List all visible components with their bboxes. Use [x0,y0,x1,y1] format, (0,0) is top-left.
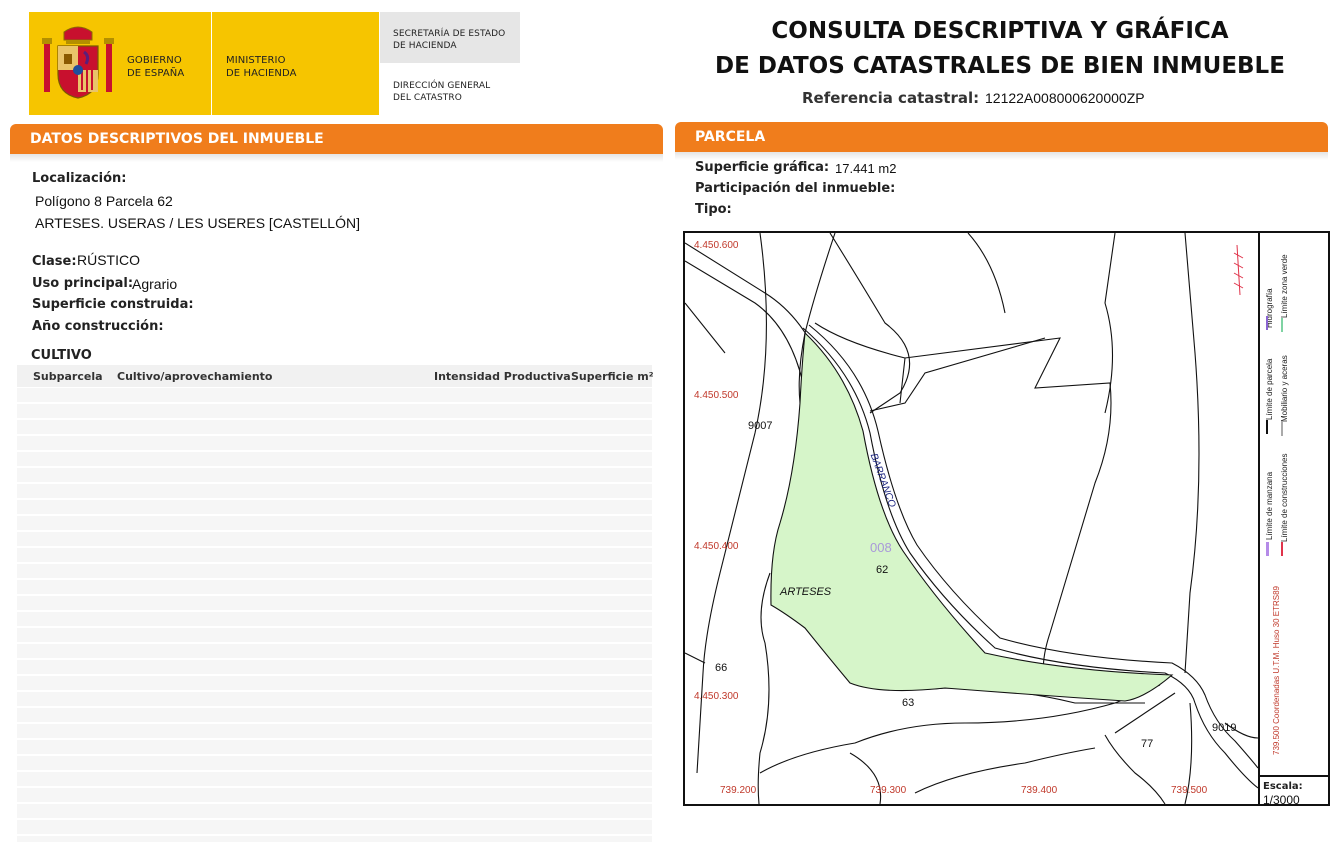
legend-manzana-swatch [1266,542,1269,556]
direccion-general-label: DIRECCIÓN GENERAL DEL CATASTRO [393,81,491,103]
x-coord-label: 739.400 [1021,785,1058,796]
localizacion-line2: ARTESES. USERAS / LES USERES [CASTELLÓN] [35,215,360,231]
escala-label: Escala: [1263,781,1303,792]
x-coord-label: 739.300 [870,785,907,796]
y-coord-label: 4.450.600 [694,240,739,251]
y-coord-label: 4.450.500 [694,390,739,401]
page-title: CONSULTA DESCRIPTIVA Y GRÁFICA DE DATOS … [715,18,1285,79]
clase-label: Clase: [32,254,77,269]
section-shadow [675,152,1328,160]
y-coord-label: 4.450.300 [694,691,739,702]
legend-divider [1258,233,1260,804]
parcel-77-label: 77 [1141,738,1154,750]
parcel-66-label: 66 [715,662,728,674]
parcel-62-label: 62 [876,564,889,576]
parcel-63-label: 63 [902,697,915,709]
legend-limite-manzana: Límite de manzana [1265,471,1274,540]
escala-value: 1/3000 [1263,793,1300,807]
x-coord-label: 739.200 [720,785,757,796]
section-shadow [10,154,663,162]
cultivo-col-subparcela: Subparcela [33,370,103,383]
datos-descriptivos-title: DATOS DESCRIPTIVOS DEL INMUEBLE [30,131,324,147]
x-coord-label: 739.500 [1171,785,1208,796]
coat-of-arms-icon [42,26,114,99]
cultivo-table-body [17,388,652,842]
tipo-label: Tipo: [695,202,732,217]
parcel-62-area[interactable] [770,331,1174,702]
clase-value: RÚSTICO [77,252,140,268]
parcel-9007-label: 9007 [748,420,773,432]
legend-hidrografia-swatch [1266,316,1268,330]
superficie-grafica-label: Superficie gráfica: [695,160,830,175]
parcela-header: PARCELA [675,122,1328,152]
legend-coordenadas: 739.500 Coordenadas U.T.M. Huso 30 ETRS8… [1272,586,1281,755]
legend-zona-verde-swatch [1281,318,1283,332]
localizacion-label: Localización: [32,171,127,186]
uso-principal-label: Uso principal: [32,276,134,291]
uso-principal-value: Agrario [132,276,178,292]
gobierno-espana-label: GOBIERNO DE ESPAÑA [127,55,185,79]
legend-limite-parcela: Límite de parcela [1265,358,1274,420]
zone-008-label: 008 [870,540,892,555]
datos-descriptivos-header: DATOS DESCRIPTIVOS DEL INMUEBLE [10,124,663,154]
arteses-label: ARTESES [780,586,832,598]
legend-mobiliario-swatch [1281,422,1283,436]
cultivo-col-superficie: Superficie m² [571,370,654,383]
legend-mobiliario: Mobiliario y aceras [1280,355,1289,422]
legend-parcela-swatch [1266,420,1268,434]
ministerio-hacienda-label: MINISTERIO DE HACIENDA [226,55,297,79]
north-arrow-icon [1233,244,1244,296]
anio-construccion-label: Año construcción: [32,319,164,334]
y-coord-label: 4.450.400 [694,541,739,552]
legend-limite-zona-verde: Límite zona verde [1280,254,1289,318]
superficie-construida-label: Superficie construida: [32,297,194,312]
secretaria-label: SECRETARÍA DE ESTADO DE HACIENDA [393,29,506,51]
legend-divider-h [1258,775,1328,777]
participacion-label: Participación del inmueble: [695,181,896,196]
parcela-title: PARCELA [695,129,766,145]
legend-construcciones-swatch [1281,542,1283,556]
localizacion-line1: Polígono 8 Parcela 62 [35,193,173,209]
cultivo-title: CULTIVO [31,348,92,363]
referencia-catastral-value: 12122A008000620000ZP [985,90,1145,106]
referencia-catastral-label: Referencia catastral: [802,89,980,107]
cadastral-map-drawing[interactable] [685,233,1258,804]
parcel-9019-label: 9019 [1212,722,1237,734]
cultivo-col-intensidad: Intensidad Productiva [434,370,571,383]
logo-divider [211,12,212,115]
superficie-grafica-value: 17.441 m2 [835,161,897,176]
legend-limite-construcciones: Límite de construcciones [1280,453,1289,543]
cultivo-col-aprovechamiento: Cultivo/aprovechamiento [117,370,273,383]
